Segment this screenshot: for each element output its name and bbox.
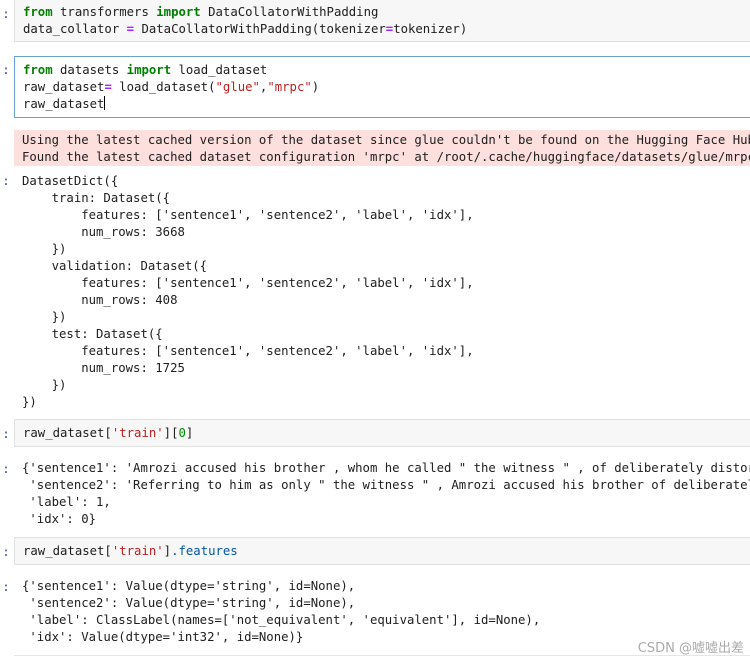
code-text: raw_dataset: [23, 97, 105, 111]
number-literal: 0: [178, 426, 186, 440]
string-literal: "glue": [215, 80, 260, 94]
module-name: transformers: [52, 5, 157, 19]
code-text: ][: [163, 426, 179, 440]
cell-1-code: from transformers import DataCollatorWit…: [15, 0, 750, 41]
code-text: load_dataset(: [111, 80, 216, 94]
code-text: DataCollatorWithPadding(tokenizer: [134, 22, 386, 36]
import-name: DataCollatorWithPadding: [200, 5, 379, 19]
code-text: ): [311, 80, 320, 94]
cell-3-output: {'sentence1': 'Amrozi accused his brothe…: [14, 459, 750, 529]
text-cursor: [104, 96, 106, 110]
code-text: data_collator: [23, 22, 127, 36]
keyword: from: [23, 5, 53, 19]
watermark: CSDN @嘘嘘出差: [637, 641, 744, 656]
keyword: import: [126, 63, 172, 77]
code-text: ]: [185, 426, 194, 440]
cell-2-code-input[interactable]: from datasets import load_dataset raw_da…: [14, 56, 750, 118]
stderr-warning: Using the latest cached version of the d…: [14, 130, 750, 166]
operator: =: [126, 22, 135, 36]
string-literal: 'train': [111, 544, 164, 558]
cell-1-code-input[interactable]: from transformers import DataCollatorWit…: [14, 0, 750, 42]
stderr-line: Found the latest cached dataset configur…: [22, 150, 750, 164]
string-literal: "mrpc": [267, 80, 312, 94]
cell-1-prompt: :: [2, 7, 10, 21]
code-text: raw_dataset: [23, 80, 105, 94]
cell-4-prompt: :: [2, 545, 10, 559]
stderr-line: Using the latest cached version of the d…: [22, 133, 750, 147]
cell-4-output-prompt: :: [2, 580, 10, 594]
attribute-name: .features: [171, 544, 238, 558]
keyword: import: [156, 5, 201, 19]
code-text: raw_dataset[: [23, 544, 112, 558]
output-text: DatasetDict({ train: Dataset({ features:…: [22, 174, 474, 409]
keyword: from: [23, 63, 53, 77]
code-text: ]: [163, 544, 172, 558]
cell-4-code: raw_dataset['train'].features: [15, 538, 750, 564]
output-text: {'sentence1': Value(dtype='string', id=N…: [22, 579, 541, 644]
cell-2-output: DatasetDict({ train: Dataset({ features:…: [14, 171, 750, 411]
string-literal: 'train': [111, 426, 164, 440]
cell-4-code-input[interactable]: raw_dataset['train'].features: [14, 537, 750, 565]
module-name: datasets: [52, 63, 127, 77]
import-name: load_dataset: [171, 63, 268, 77]
cell-2-prompt: :: [2, 63, 10, 77]
code-text: raw_dataset[: [23, 426, 112, 440]
output-text: {'sentence1': 'Amrozi accused his brothe…: [22, 461, 750, 526]
operator: =: [104, 80, 112, 94]
cell-3-output-prompt: :: [2, 462, 10, 476]
cell-3-code-input[interactable]: raw_dataset['train'][0]: [14, 419, 750, 447]
cell-2-code: from datasets import load_dataset raw_da…: [15, 57, 750, 117]
cell-2-output-prompt: :: [2, 174, 10, 188]
cell-3-prompt: :: [2, 427, 10, 441]
code-text: tokenizer): [393, 22, 468, 36]
cell-3-code: raw_dataset['train'][0]: [15, 420, 750, 446]
stderr-text: Using the latest cached version of the d…: [14, 130, 750, 166]
